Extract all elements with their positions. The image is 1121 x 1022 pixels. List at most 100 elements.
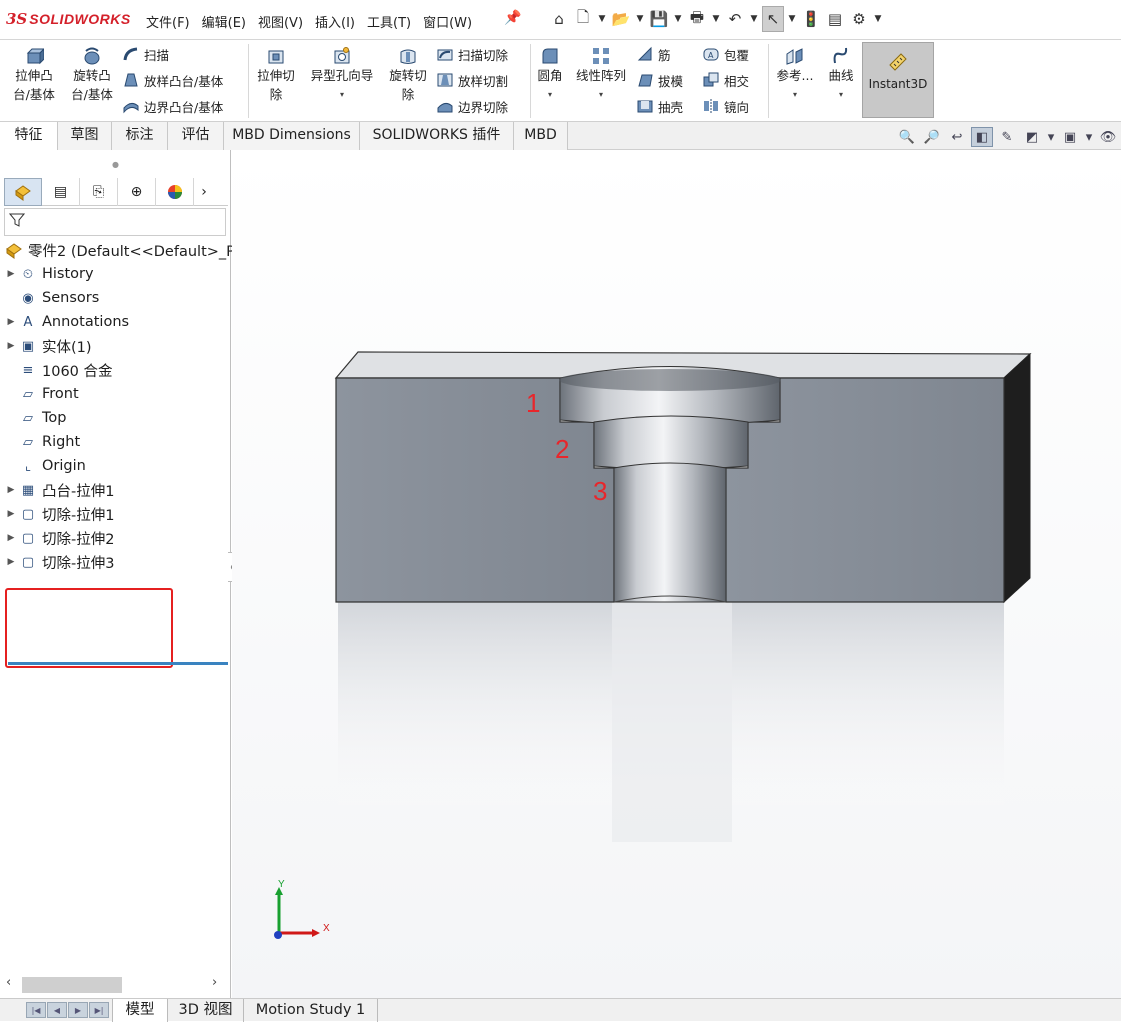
boundary-boss-button[interactable]: 边界凸台/基体 xyxy=(122,94,223,118)
fillet-button[interactable]: 圆角 ▾ xyxy=(533,40,567,104)
tree-item[interactable]: ▱ Right xyxy=(4,430,80,454)
undo-icon[interactable]: ↶ xyxy=(724,6,746,32)
first-tab-icon[interactable]: |◀ xyxy=(26,1002,46,1018)
menu-view[interactable]: 视图(V) xyxy=(252,12,309,31)
zoom-to-area-icon[interactable]: 🔎 xyxy=(921,127,943,147)
tab-sketch[interactable]: 草图 xyxy=(58,122,112,150)
new-document-icon[interactable]: 🗋 xyxy=(572,6,594,32)
tree-item[interactable]: ◉ Sensors xyxy=(4,286,99,310)
undo-dropdown-icon[interactable]: ▼ xyxy=(748,14,760,24)
linear-pattern-dropdown-icon[interactable]: ▾ xyxy=(570,85,632,104)
revolve-cut-button[interactable]: 旋转切 除 xyxy=(384,40,432,104)
open-dropdown-icon[interactable]: ▼ xyxy=(634,14,646,24)
new-dropdown-icon[interactable]: ▼ xyxy=(596,14,608,24)
reference-geometry-button[interactable]: 参考... ▾ xyxy=(772,40,818,104)
tree-item[interactable]: ≡ 1060 合金 xyxy=(4,358,113,382)
traffic-light-icon[interactable]: 🚦 xyxy=(800,6,822,32)
tree-item[interactable]: ▶ ▢ 切除-拉伸3 xyxy=(4,550,115,574)
panel-horizontal-scrollbar[interactable]: ‹ › xyxy=(0,974,230,996)
linear-pattern-button[interactable]: 线性阵列 ▾ xyxy=(570,40,632,104)
curves-dropdown-icon[interactable]: ▾ xyxy=(822,85,860,104)
tab-mbd-dimensions[interactable]: MBD Dimensions xyxy=(224,122,360,150)
display-manager-tab-icon[interactable] xyxy=(156,178,194,206)
menu-file[interactable]: 文件(F) xyxy=(140,12,196,31)
revolve-boss-button[interactable]: 旋转凸 台/基体 xyxy=(66,40,118,104)
home-icon[interactable]: ⌂ xyxy=(548,6,570,32)
shell-button[interactable]: 抽壳 xyxy=(636,94,683,118)
more-tabs-icon[interactable]: › xyxy=(194,178,214,206)
tree-item[interactable]: ▶ ▣ 实体(1) xyxy=(4,334,92,358)
expand-arrow-icon[interactable]: ▶ xyxy=(4,509,18,519)
tree-item[interactable]: ▱ Top xyxy=(4,406,66,430)
options-dropdown-icon[interactable]: ▼ xyxy=(872,14,884,24)
sweep-button[interactable]: 扫描 xyxy=(122,42,169,66)
display-style-icon[interactable]: ▣ xyxy=(1059,127,1081,147)
tab-solidworks-addins[interactable]: SOLIDWORKS 插件 xyxy=(360,122,514,150)
scrollbar-thumb[interactable] xyxy=(22,977,122,993)
tree-item[interactable]: ▶ A Annotations xyxy=(4,310,130,334)
tab-motion-study-1[interactable]: Motion Study 1 xyxy=(244,999,378,1022)
loft-cut-button[interactable]: 放样切割 xyxy=(436,68,508,92)
menu-edit[interactable]: 编辑(E) xyxy=(196,12,252,31)
tree-item[interactable]: ▱ Front xyxy=(4,382,79,406)
expand-arrow-icon[interactable]: ▶ xyxy=(4,317,18,327)
tree-item[interactable]: ⌞ Origin xyxy=(4,454,86,478)
tab-evaluate[interactable]: 评估 xyxy=(168,122,224,150)
gear-icon[interactable]: ⚙ xyxy=(848,6,870,32)
print-dropdown-icon[interactable]: ▼ xyxy=(710,14,722,24)
tab-features[interactable]: 特征 xyxy=(0,122,58,150)
property-manager-tab-icon[interactable]: ▤ xyxy=(42,178,80,206)
configuration-manager-tab-icon[interactable]: ⎘ xyxy=(80,178,118,206)
expand-arrow-icon[interactable]: ▶ xyxy=(4,485,18,495)
menu-insert[interactable]: 插入(I) xyxy=(309,12,361,31)
hide-show-items-icon[interactable]: 👁 xyxy=(1097,127,1119,147)
extrude-cut-button[interactable]: 拉伸切 除 xyxy=(252,40,300,104)
select-pointer-icon[interactable]: ↖ xyxy=(762,6,784,32)
view-orientation-dropdown-icon[interactable]: ▾ xyxy=(1046,127,1056,147)
rib-button[interactable]: 筋 xyxy=(636,42,671,66)
graphics-area[interactable]: 1 2 3 Y X xyxy=(232,150,1121,998)
previous-view-icon[interactable]: ↩ xyxy=(946,127,968,147)
tree-item[interactable]: ▶ ▢ 切除-拉伸2 xyxy=(4,526,115,550)
select-dropdown-icon[interactable]: ▼ xyxy=(786,14,798,24)
dynamic-annotation-icon[interactable]: ✎ xyxy=(996,127,1018,147)
section-view-icon[interactable]: ◧ xyxy=(971,127,993,147)
curves-button[interactable]: 曲线 ▾ xyxy=(822,40,860,104)
loft-button[interactable]: 放样凸台/基体 xyxy=(122,68,223,92)
tree-root-part[interactable]: 零件2 (Default<<Default>_P xyxy=(4,238,235,262)
boundary-cut-button[interactable]: 边界切除 xyxy=(436,94,508,118)
intersect-button[interactable]: 相交 xyxy=(702,68,749,92)
tree-filter[interactable] xyxy=(4,208,226,236)
pin-icon[interactable]: 📌 xyxy=(504,10,521,26)
open-icon[interactable]: 📂 xyxy=(610,6,632,32)
scroll-left-icon[interactable]: ‹ xyxy=(6,975,11,990)
menu-window[interactable]: 窗口(W) xyxy=(417,12,478,31)
tab-3d-views[interactable]: 3D 视图 xyxy=(168,999,244,1022)
view-orientation-icon[interactable]: ◩ xyxy=(1021,127,1043,147)
tab-mbd[interactable]: MBD xyxy=(514,122,568,150)
hole-wizard-dropdown-icon[interactable]: ▾ xyxy=(304,85,380,104)
prev-tab-icon[interactable]: ◀ xyxy=(47,1002,67,1018)
sweep-cut-button[interactable]: 扫描切除 xyxy=(436,42,508,66)
display-style-dropdown-icon[interactable]: ▾ xyxy=(1084,127,1094,147)
draft-button[interactable]: 拔模 xyxy=(636,68,683,92)
expand-arrow-icon[interactable]: ▶ xyxy=(4,269,18,279)
menu-tools[interactable]: 工具(T) xyxy=(361,12,417,31)
expand-arrow-icon[interactable]: ▶ xyxy=(4,533,18,543)
next-tab-icon[interactable]: ▶ xyxy=(68,1002,88,1018)
expand-arrow-icon[interactable]: ▶ xyxy=(4,341,18,351)
zoom-to-fit-icon[interactable]: 🔍 xyxy=(896,127,918,147)
file-properties-icon[interactable]: ▤ xyxy=(824,6,846,32)
tree-item[interactable]: ▶ ⏲ History xyxy=(4,262,94,286)
scroll-right-icon[interactable]: › xyxy=(212,975,217,990)
hole-wizard-button[interactable]: 异型孔向导 ▾ xyxy=(304,40,380,104)
wrap-button[interactable]: A 包覆 xyxy=(702,42,749,66)
tab-markup[interactable]: 标注 xyxy=(112,122,168,150)
fillet-dropdown-icon[interactable]: ▾ xyxy=(533,85,567,104)
last-tab-icon[interactable]: ▶| xyxy=(89,1002,109,1018)
save-dropdown-icon[interactable]: ▼ xyxy=(672,14,684,24)
extrude-boss-button[interactable]: 拉伸凸 台/基体 xyxy=(8,40,60,104)
instant3d-button[interactable]: Instant3D xyxy=(862,42,934,118)
panel-resize-handle[interactable]: ● xyxy=(112,160,119,169)
mirror-button[interactable]: 镜向 xyxy=(702,94,749,118)
